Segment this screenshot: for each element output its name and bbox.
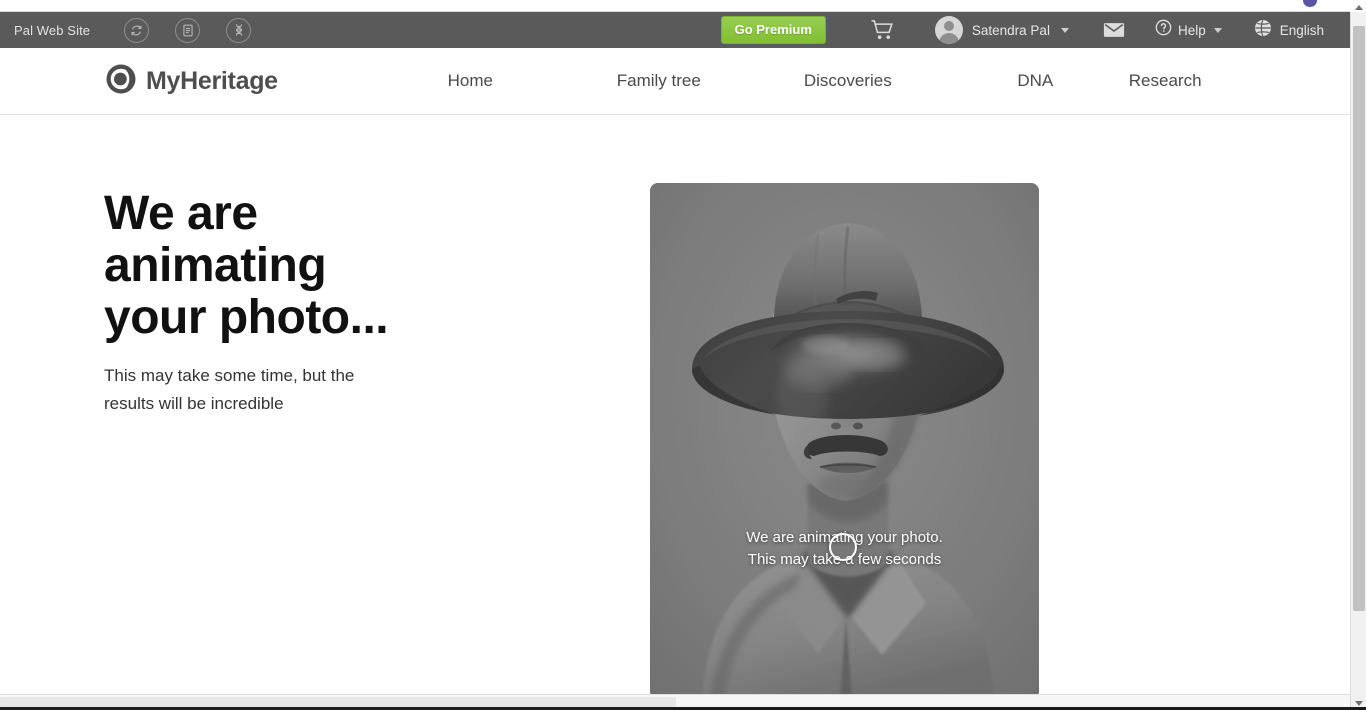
status-text-column: We are animating your photo... This may … — [104, 188, 424, 418]
portrait-photo — [650, 183, 1039, 699]
browser-chrome-strip — [0, 0, 1366, 12]
envelope-icon[interactable] — [1103, 22, 1125, 38]
page-root: Pal Web Site Go Premium Satendra Pal Hel… — [0, 0, 1366, 710]
primary-navigation: Home Family tree Discoveries DNA Researc… — [377, 71, 1289, 91]
scroll-up-arrow-icon[interactable] — [1351, 0, 1366, 14]
myheritage-brand[interactable]: MyHeritage — [104, 62, 278, 101]
page-title: We are animating your photo... — [104, 187, 389, 344]
question-mark-circle-icon — [1155, 19, 1172, 41]
utility-bar: Pal Web Site Go Premium Satendra Pal Hel… — [0, 12, 1350, 48]
brand-text: MyHeritage — [146, 66, 278, 95]
nav-item-discoveries[interactable]: Discoveries — [754, 71, 942, 91]
site-name-label: Pal Web Site — [14, 22, 91, 38]
user-account-menu[interactable]: Satendra Pal — [934, 16, 1069, 44]
language-menu[interactable]: English — [1254, 19, 1324, 42]
quick-action-icons — [124, 17, 252, 43]
animating-photo-card: We are animating your photo. This may ta… — [650, 183, 1039, 699]
main-navbar: MyHeritage Home Family tree Discoveries … — [0, 48, 1350, 115]
shopping-cart-icon[interactable] — [870, 19, 895, 41]
chrome-divider — [0, 11, 1350, 12]
language-label: English — [1279, 22, 1324, 38]
chevron-down-icon — [1060, 27, 1069, 33]
sync-icon[interactable] — [124, 17, 150, 43]
myheritage-logo-icon — [104, 62, 138, 101]
purple-circle-favicon — [1303, 0, 1317, 7]
vertical-scrollbar[interactable] — [1350, 4, 1366, 710]
page-content: We are animating your photo... This may … — [0, 116, 1350, 699]
chevron-down-icon — [1213, 27, 1222, 33]
globe-icon — [1254, 19, 1272, 42]
records-icon[interactable] — [175, 17, 201, 43]
nav-item-home[interactable]: Home — [377, 71, 564, 91]
help-menu[interactable]: Help — [1155, 19, 1222, 41]
utility-bar-right: Go Premium Satendra Pal Help English — [720, 16, 1324, 44]
go-premium-button[interactable]: Go Premium — [720, 16, 826, 44]
nav-item-research[interactable]: Research — [1129, 71, 1289, 91]
page-subtitle: This may take some time, but the results… — [104, 366, 355, 413]
user-name-label: Satendra Pal — [971, 22, 1050, 38]
nav-item-dna[interactable]: DNA — [942, 71, 1129, 91]
user-avatar-icon — [934, 16, 963, 44]
nav-item-family-tree[interactable]: Family tree — [564, 71, 754, 91]
dna-icon[interactable] — [226, 17, 252, 43]
vertical-scrollbar-thumb[interactable] — [1353, 26, 1365, 611]
loading-spinner-icon — [829, 533, 857, 561]
help-label: Help — [1177, 22, 1206, 38]
